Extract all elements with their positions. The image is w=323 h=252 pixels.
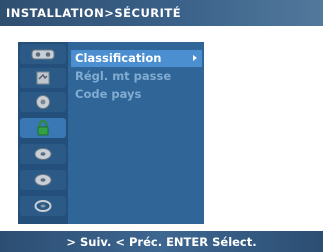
disc-icon (34, 174, 52, 186)
sound-category-icon[interactable] (20, 68, 66, 88)
menu-item-label: Code pays (75, 87, 142, 101)
disc-category-icon[interactable] (20, 144, 66, 164)
title-bar: INSTALLATION>SÉCURITÉ (0, 0, 323, 26)
category-icon-column (18, 42, 68, 224)
channel-category-icon[interactable] (20, 92, 66, 112)
setup-disc-icon (34, 200, 52, 212)
sound-icon (36, 71, 50, 85)
setup-category-icon[interactable] (20, 196, 66, 216)
footer-bar: > Suiv. < Préc. ENTER Sélect. (0, 231, 323, 252)
menu-item-label: Classification (75, 51, 162, 65)
lock-category-icon[interactable] (20, 118, 66, 138)
picture-category-icon[interactable] (20, 44, 66, 64)
menu-item-country-code[interactable]: Code pays (71, 86, 202, 103)
menu-item-password-setting[interactable]: Régl. mt passe (71, 68, 202, 85)
menu-item-label: Régl. mt passe (75, 69, 172, 83)
navigation-hint: > Suiv. < Préc. ENTER Sélect. (66, 235, 257, 249)
submenu-arrow-icon (193, 55, 197, 61)
disc-icon (34, 148, 52, 160)
disc-category-icon-2[interactable] (20, 170, 66, 190)
picture-icon (31, 49, 55, 60)
lock-icon (37, 120, 49, 136)
menu-item-classification[interactable]: Classification (71, 50, 202, 67)
breadcrumb-title: INSTALLATION>SÉCURITÉ (6, 6, 182, 20)
security-menu-panel: Classification Régl. mt passe Code pays (18, 42, 204, 224)
channel-icon (36, 95, 50, 109)
